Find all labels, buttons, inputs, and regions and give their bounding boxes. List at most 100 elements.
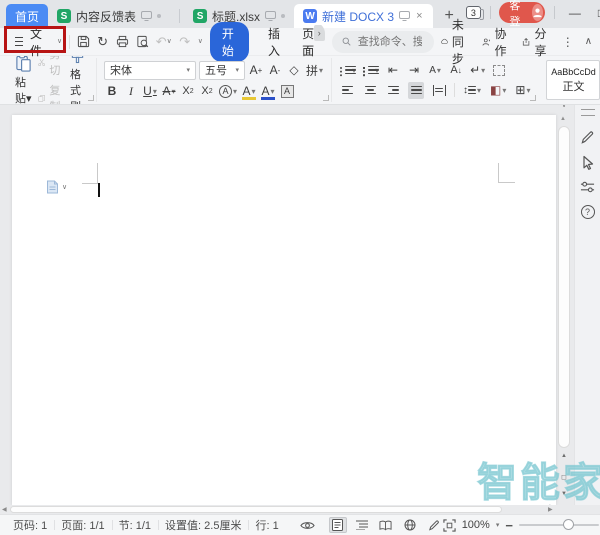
clipboard-icon: [15, 56, 32, 72]
menu-tab-home[interactable]: 开始: [210, 22, 249, 62]
justify-button[interactable]: [408, 82, 424, 99]
chevron-down-icon[interactable]: ▾: [496, 522, 500, 529]
tab-close-icon[interactable]: ×: [415, 10, 423, 22]
horizontal-scrollbar-thumb[interactable]: [10, 506, 502, 513]
clear-format-button[interactable]: ◇: [286, 62, 302, 79]
outline-view-button[interactable]: [353, 517, 371, 533]
scroll-collapse-icon[interactable]: ∨: [557, 105, 571, 109]
shading-button[interactable]: ◧▾: [489, 82, 507, 99]
menu-expand-button[interactable]: ›: [314, 25, 325, 41]
save-button[interactable]: [77, 35, 90, 48]
select-tool-button[interactable]: [579, 153, 597, 171]
font-family-select[interactable]: 宋体 ▾: [104, 61, 196, 80]
command-search-input[interactable]: [356, 35, 424, 49]
export-pdf-button[interactable]: ↻: [97, 34, 109, 50]
cut-button[interactable]: 剪切: [38, 56, 64, 78]
character-shading-button[interactable]: A: [279, 83, 295, 100]
superscript-button[interactable]: X2: [180, 83, 196, 100]
outline-view-icon: [356, 520, 368, 530]
pen-icon: [580, 130, 595, 145]
zoom-slider[interactable]: [519, 524, 599, 526]
scroll-right-arrow[interactable]: ▶: [548, 506, 553, 514]
decrease-font-button[interactable]: A-: [267, 62, 283, 79]
sliders-icon: [580, 180, 595, 194]
text-cursor: [98, 183, 100, 197]
align-left-button[interactable]: [339, 82, 355, 99]
font-size-select[interactable]: 五号 ▾: [199, 61, 245, 80]
format-painter-button[interactable]: 格式刷: [66, 56, 89, 105]
subscript-button[interactable]: X2: [199, 83, 215, 100]
align-right-button[interactable]: [385, 82, 401, 99]
adjust-settings-button[interactable]: [579, 178, 597, 196]
eye-protect-button[interactable]: [300, 520, 315, 531]
annotate-button[interactable]: [425, 517, 443, 533]
increase-indent-button[interactable]: ⇥: [406, 62, 422, 79]
print-preview-button[interactable]: [136, 35, 149, 48]
zoom-out-button[interactable]: −: [505, 519, 513, 532]
align-center-button[interactable]: [362, 82, 378, 99]
zoom-slider-handle[interactable]: [563, 519, 574, 530]
horizontal-scrollbar[interactable]: ◀ ▶: [0, 505, 600, 514]
collaborate-button[interactable]: 协作: [482, 25, 511, 59]
decrease-indent-button[interactable]: ⇤: [385, 62, 401, 79]
next-page-button[interactable]: ▼: [557, 491, 571, 497]
help-button[interactable]: ?: [579, 203, 597, 221]
print-button[interactable]: [116, 35, 129, 48]
bold-button[interactable]: B: [104, 83, 120, 100]
redo-button[interactable]: ↷: [179, 34, 191, 50]
maximize-button[interactable]: □: [593, 3, 600, 23]
tab-doc-spreadsheet-1[interactable]: S 内容反馈表: [48, 4, 170, 28]
strikethrough-button[interactable]: A▾: [161, 83, 177, 100]
sidebar-handle-icon[interactable]: [581, 109, 595, 116]
pinyin-guide-button[interactable]: 拼▾: [305, 62, 324, 79]
more-options-icon[interactable]: ⋮: [562, 35, 574, 49]
fit-page-button[interactable]: [443, 519, 456, 532]
scroll-left-arrow[interactable]: ◀: [2, 506, 7, 514]
line-spacing-button[interactable]: ↕▾: [462, 82, 482, 99]
chevron-down-icon: ▾: [271, 87, 275, 96]
document-page[interactable]: ∨: [12, 115, 556, 505]
browse-object-button[interactable]: ◻: [557, 473, 571, 481]
vertical-scrollbar-thumb[interactable]: [558, 126, 570, 448]
text-direction-button[interactable]: A↓: [448, 62, 464, 79]
chinese-layout-button[interactable]: A▾: [427, 62, 443, 79]
command-search-box[interactable]: [332, 31, 434, 53]
share-button[interactable]: 分享: [522, 25, 551, 59]
distribute-button[interactable]: [431, 82, 447, 99]
search-icon: [342, 36, 351, 47]
chevron-down-icon[interactable]: ∨: [57, 38, 62, 45]
read-view-button[interactable]: [377, 517, 395, 533]
chevron-down-icon: ∨: [167, 38, 172, 45]
pen-tool-button[interactable]: [579, 128, 597, 146]
document-options-widget[interactable]: ∨: [46, 180, 67, 194]
previous-page-button[interactable]: ▲: [557, 453, 571, 459]
bullet-list-button[interactable]: ▾: [339, 62, 357, 79]
borders-button[interactable]: ⊞▾: [514, 82, 531, 99]
highlight-color-button[interactable]: A▾: [241, 83, 257, 100]
zoom-level-value[interactable]: 100%: [462, 519, 490, 531]
text-effects-button[interactable]: A▾: [218, 83, 238, 100]
underline-button[interactable]: U▾: [142, 83, 158, 100]
web-view-button[interactable]: [401, 517, 419, 533]
fit-page-icon: [443, 519, 456, 532]
numbered-list-button[interactable]: ▾: [362, 62, 380, 79]
italic-button[interactable]: I: [123, 83, 139, 100]
line-break-button[interactable]: ↵▾: [469, 62, 486, 79]
vertical-scrollbar[interactable]: ∨ ▲ ▲ ◻ ▼: [557, 105, 572, 505]
copy-button[interactable]: 复制: [38, 82, 64, 105]
undo-button[interactable]: ↶∨: [156, 34, 172, 50]
device-icon: [141, 11, 152, 21]
tab-status-dot: [157, 14, 161, 18]
collapse-ribbon-icon[interactable]: ∧: [585, 36, 592, 47]
paste-button[interactable]: 粘贴▾: [11, 56, 36, 105]
customize-toolbar-icon[interactable]: ∨: [198, 38, 203, 45]
increase-font-button[interactable]: A+: [248, 62, 264, 79]
font-color-button[interactable]: A▾: [260, 83, 276, 100]
menu-tab-insert[interactable]: 插入: [256, 22, 295, 62]
page-view-button[interactable]: [329, 517, 347, 533]
show-marks-button[interactable]: [491, 62, 507, 79]
scroll-up-arrow[interactable]: ▲: [560, 116, 566, 122]
file-menu-button[interactable]: 文件: [10, 23, 50, 61]
menu-tab-page[interactable]: 页面 ›: [302, 22, 325, 62]
writer-app-icon: W: [303, 9, 317, 23]
